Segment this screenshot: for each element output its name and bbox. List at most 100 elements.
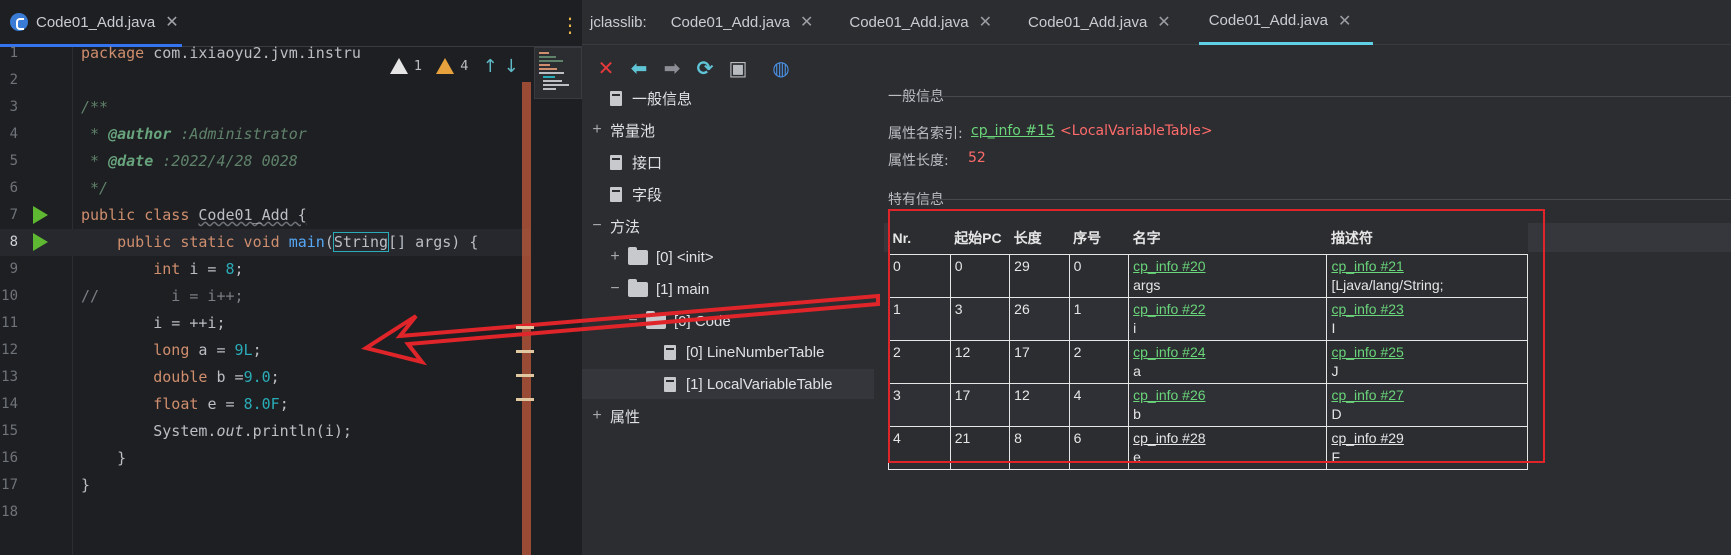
expand-icon[interactable]: + bbox=[590, 121, 604, 139]
close-icon[interactable]: ✕ bbox=[800, 12, 813, 32]
code-token: public class bbox=[81, 206, 199, 224]
code-token: @date bbox=[108, 152, 154, 170]
inspection-widget[interactable]: 1 4 ↑ ↓ bbox=[390, 52, 530, 80]
line-number[interactable]: 9 bbox=[0, 256, 18, 283]
minimap-line bbox=[539, 64, 550, 66]
code-line[interactable]: 14 float e = 8.0F; bbox=[0, 391, 530, 418]
tree-node[interactable]: 一般信息 bbox=[590, 83, 692, 113]
minimap-line bbox=[543, 88, 556, 90]
line-number[interactable]: 10 bbox=[0, 283, 18, 310]
code-line[interactable]: 6 */ bbox=[0, 175, 530, 202]
code-line[interactable]: 8 public static void main(String[] args)… bbox=[0, 229, 530, 256]
line-number[interactable]: 18 bbox=[0, 499, 18, 526]
tree-node-label: 属性 bbox=[610, 408, 641, 426]
line-number[interactable]: 2 bbox=[0, 67, 18, 94]
minimap-line bbox=[543, 76, 555, 78]
code-line[interactable]: 9 int i = 8; bbox=[0, 256, 530, 283]
code-token: main bbox=[288, 233, 325, 251]
close-icon[interactable]: ✕ bbox=[594, 56, 618, 80]
line-number[interactable]: 4 bbox=[0, 121, 18, 148]
line-number[interactable]: 17 bbox=[0, 472, 18, 499]
minimap[interactable] bbox=[534, 47, 582, 99]
run-icon[interactable] bbox=[33, 233, 48, 251]
tree-node[interactable]: + 常量池 bbox=[590, 115, 655, 145]
jclasslib-tab[interactable]: Code01_Add.java ✕ bbox=[671, 0, 832, 45]
code-text: * @date :2022/4/28 0028 bbox=[81, 148, 298, 175]
code-token: 9L bbox=[234, 341, 253, 359]
line-number[interactable]: 6 bbox=[0, 175, 18, 202]
back-icon[interactable]: ⬅ bbox=[627, 56, 651, 80]
code-token: */ bbox=[81, 179, 109, 197]
close-icon[interactable]: ✕ bbox=[165, 12, 178, 32]
jclasslib-tab[interactable]: Code01_Add.java ✕ bbox=[849, 0, 1010, 45]
file-icon bbox=[664, 376, 676, 392]
highlight-box bbox=[888, 209, 1545, 463]
line-number[interactable]: 7 bbox=[0, 202, 18, 229]
code-line[interactable]: 18 bbox=[0, 499, 530, 526]
more-options-icon[interactable]: ⋮ bbox=[560, 14, 580, 36]
code-token: out bbox=[216, 422, 244, 440]
folder-icon bbox=[628, 246, 648, 265]
code-line[interactable]: 7 public class Code01_Add { bbox=[0, 202, 530, 229]
code-line[interactable]: 15 System.out.println(i); bbox=[0, 418, 530, 445]
code-line[interactable]: 16 } bbox=[0, 445, 530, 472]
minimap-line bbox=[539, 60, 563, 62]
tree-node[interactable]: − 方法 bbox=[590, 211, 640, 241]
scrollbar-marker[interactable] bbox=[516, 326, 534, 329]
line-number[interactable]: 13 bbox=[0, 364, 18, 391]
run-icon[interactable] bbox=[33, 206, 48, 224]
code-text: i = ++i; bbox=[81, 310, 226, 337]
close-icon[interactable]: ✕ bbox=[979, 12, 992, 32]
line-number[interactable]: 16 bbox=[0, 445, 18, 472]
tree-node[interactable]: 字段 bbox=[590, 179, 662, 209]
code-line[interactable]: 4 * @author :Administrator bbox=[0, 121, 530, 148]
line-number[interactable]: 1 bbox=[0, 40, 18, 67]
code-token: i = ++i; bbox=[81, 314, 226, 332]
code-token: } bbox=[81, 476, 91, 494]
code-line[interactable]: 17} bbox=[0, 472, 530, 499]
scrollbar-marker[interactable] bbox=[516, 374, 534, 377]
error-warning-icon bbox=[390, 58, 408, 74]
save-icon[interactable]: ▣ bbox=[726, 56, 750, 80]
code-token: System. bbox=[81, 422, 217, 440]
jclasslib-tab[interactable]: Code01_Add.java ✕ bbox=[1198, 0, 1374, 45]
line-number[interactable]: 12 bbox=[0, 337, 18, 364]
tree-node[interactable]: 接口 bbox=[590, 147, 662, 177]
code-text: long a = 9L; bbox=[81, 337, 261, 364]
close-icon[interactable]: ✕ bbox=[1157, 12, 1170, 32]
next-highlight-icon[interactable]: ↓ bbox=[504, 56, 519, 77]
code-line[interactable]: 5 * @date :2022/4/28 0028 bbox=[0, 148, 530, 175]
code-text: } bbox=[81, 472, 90, 499]
tree-node[interactable]: + 属性 bbox=[590, 401, 640, 431]
java-file-icon bbox=[10, 13, 28, 31]
code-token: i = bbox=[189, 260, 226, 278]
name-index-link[interactable]: cp_info #15 bbox=[971, 123, 1055, 139]
line-number[interactable]: 15 bbox=[0, 418, 18, 445]
tree-node[interactable]: [1] LocalVariableTable bbox=[582, 369, 874, 399]
file-icon bbox=[610, 186, 622, 202]
code-line[interactable]: 3 /** bbox=[0, 94, 530, 121]
line-number[interactable]: 8 bbox=[0, 229, 18, 256]
close-icon[interactable]: ✕ bbox=[1338, 11, 1351, 31]
line-number[interactable]: 3 bbox=[0, 94, 18, 121]
browser-icon[interactable]: ◍ bbox=[769, 56, 793, 80]
jclasslib-tab[interactable]: Code01_Add.java ✕ bbox=[1028, 0, 1189, 45]
forward-icon[interactable]: ➡ bbox=[660, 56, 684, 80]
scrollbar-marker[interactable] bbox=[516, 350, 534, 353]
expand-icon[interactable]: + bbox=[608, 248, 622, 266]
code-text: System.out.println(i); bbox=[81, 418, 352, 445]
tree-node-label: [1] LocalVariableTable bbox=[686, 375, 833, 393]
expand-icon[interactable]: + bbox=[590, 407, 604, 425]
line-number[interactable]: 11 bbox=[0, 310, 18, 337]
collapse-icon[interactable]: − bbox=[590, 217, 604, 235]
line-number[interactable]: 14 bbox=[0, 391, 18, 418]
tree-node-label: 常量池 bbox=[610, 122, 656, 140]
line-number[interactable]: 5 bbox=[0, 148, 18, 175]
previous-highlight-icon[interactable]: ↑ bbox=[483, 56, 498, 77]
tree-node[interactable]: + [0] <init> bbox=[608, 242, 714, 272]
code-token: 8 bbox=[225, 260, 235, 278]
refresh-icon[interactable]: ⟳ bbox=[693, 56, 717, 80]
code-token: * bbox=[81, 152, 109, 170]
name-index-label: 属性名索引: bbox=[888, 126, 963, 142]
scrollbar-marker[interactable] bbox=[516, 398, 534, 401]
